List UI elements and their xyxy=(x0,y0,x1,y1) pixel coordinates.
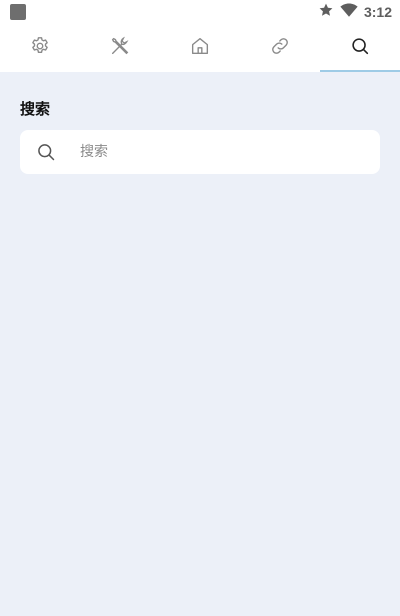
tab-home[interactable] xyxy=(160,24,240,72)
home-icon xyxy=(189,35,211,61)
tab-settings[interactable] xyxy=(0,24,80,72)
tab-bar xyxy=(0,24,400,72)
tab-tools[interactable] xyxy=(80,24,160,72)
search-page: 搜索 xyxy=(0,72,400,616)
status-time: 3:12 xyxy=(363,4,392,20)
tools-icon xyxy=(109,35,131,61)
tab-search[interactable] xyxy=(320,24,400,72)
status-right: 3:12 xyxy=(318,0,392,24)
search-input[interactable] xyxy=(78,130,368,174)
search-box[interactable] xyxy=(20,130,380,174)
search-icon xyxy=(349,35,371,61)
link-icon xyxy=(269,35,291,61)
star-icon xyxy=(318,2,334,22)
section-title: 搜索 xyxy=(20,100,51,118)
wifi-icon xyxy=(340,2,358,22)
tab-links[interactable] xyxy=(240,24,320,72)
gear-icon xyxy=(29,35,51,61)
status-bar: 3:12 xyxy=(0,0,400,24)
search-icon xyxy=(36,142,56,162)
notification-square-icon xyxy=(10,4,26,20)
